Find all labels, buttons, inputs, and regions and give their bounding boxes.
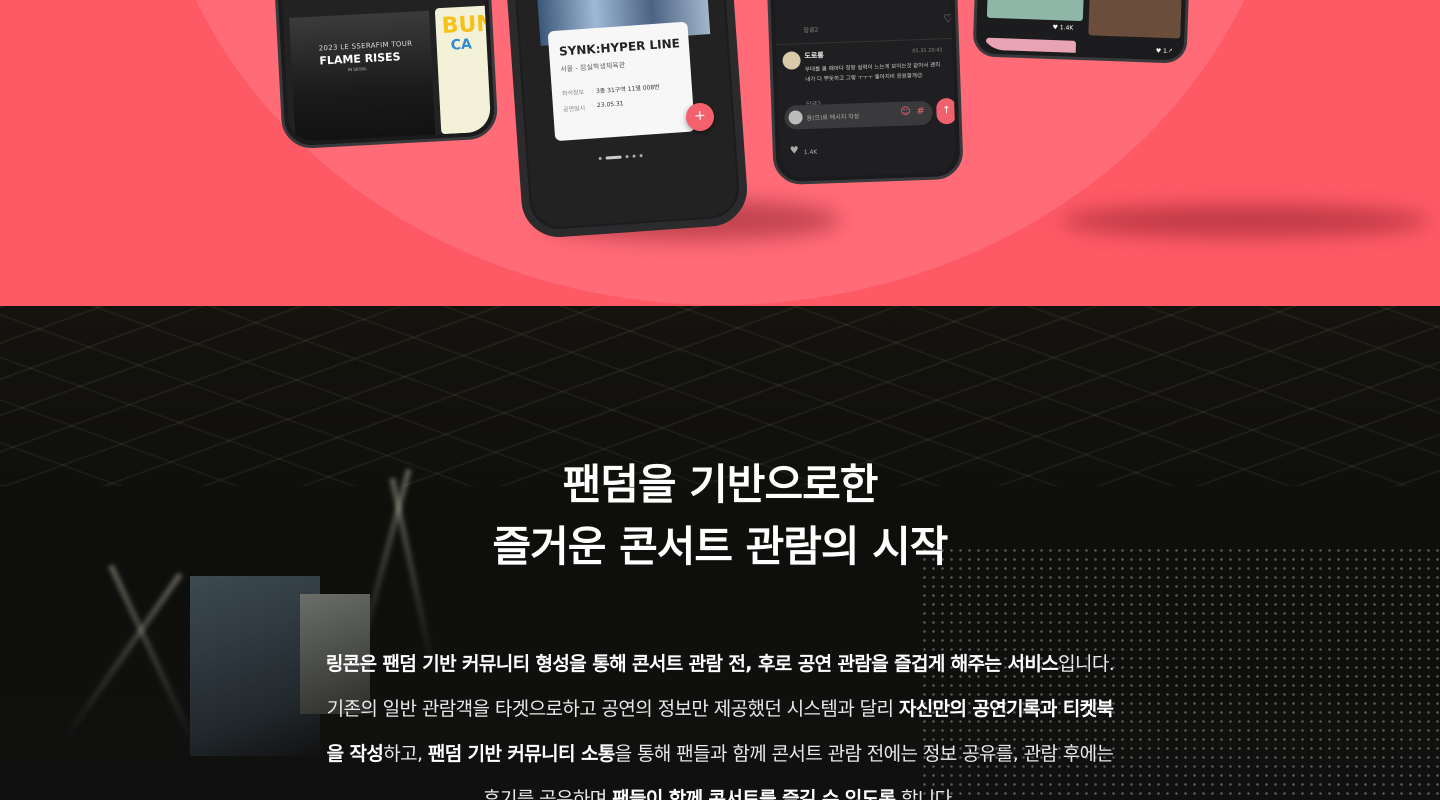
concert-poster: BUN CA xyxy=(434,5,492,135)
intro-headline: 팬덤을 기반으로한 즐거운 콘서트 관람의 시작 xyxy=(0,454,1440,578)
ticket-title: SYNK:HYPER LINE xyxy=(558,36,681,59)
mockup-phone-ticketbook: SYNK:HYPER LINE 서울 - 잠실학생체육관 좌석정보 3층 31구… xyxy=(504,0,750,240)
gallery-photo xyxy=(985,37,1077,57)
phone-shadow xyxy=(1060,205,1430,237)
seat-value: 3층 31구역 11열 008번 xyxy=(595,83,660,96)
mockup-phone-gallery: ♥ 1.4K ♥ 1.4K xyxy=(972,0,1190,64)
body-text: 을 통해 팬들과 함께 콘서트 관람 전에는 정보 공유를, 관람 후에는 xyxy=(614,743,1114,765)
hashtag-icon[interactable]: # xyxy=(916,106,925,117)
ticket-card: SYNK:HYPER LINE 서울 - 잠실학생체육관 좌석정보 3층 31구… xyxy=(547,21,695,142)
emphasis-text: 팬들이 함께 콘서트를 즐길 수 있도록 xyxy=(612,788,896,800)
concert-poster: 2023 LE SSERAFIM TOUR FLAME RISES IN SEO… xyxy=(289,10,436,143)
intro-section: 팬덤을 기반으로한 즐거운 콘서트 관람의 시작 링콘은 팬덤 기반 커뮤니티 … xyxy=(0,306,1440,800)
intro-description: 링콘은 팬덤 기반 커뮤니티 형성을 통해 콘서트 관람 전, 후로 공연 관람… xyxy=(0,642,1440,800)
heart-icon[interactable]: ♥ xyxy=(790,145,799,156)
seat-label: 좌석정보 xyxy=(561,89,585,98)
like-count: 1.4K xyxy=(803,148,818,157)
emoji-icon[interactable]: ☺ xyxy=(900,106,911,117)
description-line: 링콘은 팬덤 기반 커뮤니티 형성을 통해 콘서트 관람 전, 후로 공연 관람… xyxy=(0,642,1440,687)
comment-text: 무대를 볼 때마다 정말 실력이 느는게 보이는것 같아서 괜히 내가 다 뿌듯… xyxy=(804,62,941,84)
like-count: ♥ 1.4K xyxy=(1052,24,1074,32)
carousel-dot xyxy=(598,156,602,161)
description-line: 기존의 일반 관람객을 타겟으로하고 공연의 정보만 제공했던 시스템과 달리 … xyxy=(0,687,1440,732)
hero-section: 2023 LE SSERAFIM TOUR FLAME RISES IN SEO… xyxy=(0,0,1440,306)
carousel-dot xyxy=(632,154,636,158)
poster-word: CA xyxy=(450,36,473,54)
date-label: 공연일시 xyxy=(562,104,586,114)
phone-screen: 답글2 ♡ 도로롱 05.31 20:41 무대를 볼 때마다 정말 실력이 느… xyxy=(773,0,957,179)
poster-location: IN SEOUL xyxy=(347,66,367,73)
carousel-dot xyxy=(639,154,643,158)
carousel-dots xyxy=(598,154,643,161)
message-input-placeholder: 용(으)로 메시지 작성 xyxy=(806,113,860,123)
description-line: 후기를 공유하며 팬들이 함께 콘서트를 즐길 수 있도록 합니다. xyxy=(0,777,1440,800)
avatar xyxy=(788,110,803,125)
avatar xyxy=(782,51,801,70)
poster-word: BUN xyxy=(441,11,492,40)
message-input[interactable]: 용(으)로 메시지 작성 ☺ # xyxy=(784,100,933,130)
divider xyxy=(776,37,952,46)
headline-line: 즐거운 콘서트 관람의 시작 xyxy=(492,522,949,571)
reply-count: 답글2 xyxy=(803,26,819,35)
date-value: 23.05.31 xyxy=(596,100,624,110)
emphasis-text: 팬덤 기반 커뮤니티 소통 xyxy=(427,743,615,765)
body-text: 하고, xyxy=(383,743,428,765)
phone-screen: 2023 LE SSERAFIM TOUR FLAME RISES IN SEO… xyxy=(280,0,492,143)
phone-screen: SYNK:HYPER LINE 서울 - 잠실학생체육관 좌석정보 3층 31구… xyxy=(515,0,739,229)
gallery-photo xyxy=(986,0,1084,22)
like-count: ♥ 1.4K xyxy=(1155,47,1177,56)
headline-line: 팬덤을 기반으로한 xyxy=(562,460,879,509)
emphasis-text: 자신만의 공연기록과 티켓북 xyxy=(898,698,1114,720)
body-text: 후기를 공유하며 xyxy=(483,788,613,800)
body-text: 기존의 일반 관람객을 타겟으로하고 공연의 정보만 제공했던 시스템과 달리 xyxy=(326,698,899,720)
ticket-location: 서울 - 잠실학생체육관 xyxy=(560,61,626,74)
comment-username: 도로롱 xyxy=(804,51,824,61)
mockup-phone-community: 답글2 ♡ 도로롱 05.31 20:41 무대를 볼 때마다 정말 실력이 느… xyxy=(766,0,964,186)
heart-icon[interactable]: ♡ xyxy=(943,12,953,25)
body-text: 입니다. xyxy=(1058,653,1115,675)
carousel-dot xyxy=(625,155,629,159)
body-text: 합니다. xyxy=(895,788,958,800)
mockup-phone-tickets: 2023 LE SSERAFIM TOUR FLAME RISES IN SEO… xyxy=(273,0,499,150)
emphasis-text: 링콘은 팬덤 기반 커뮤니티 형성을 통해 콘서트 관람 전, 후로 공연 관람… xyxy=(325,653,1059,675)
gallery-photo xyxy=(1088,0,1182,39)
send-button[interactable]: ↑ xyxy=(936,97,957,125)
emphasis-text: 을 작성 xyxy=(326,743,384,765)
description-line: 을 작성하고, 팬덤 기반 커뮤니티 소통을 통해 팬들과 함께 콘서트 관람 … xyxy=(0,732,1440,777)
poster-title: FLAME RISES xyxy=(319,50,401,68)
phone-screen: ♥ 1.4K ♥ 1.4K xyxy=(979,0,1183,57)
carousel-dot-active xyxy=(605,155,622,160)
comment-timestamp: 05.31 20:41 xyxy=(912,47,943,55)
